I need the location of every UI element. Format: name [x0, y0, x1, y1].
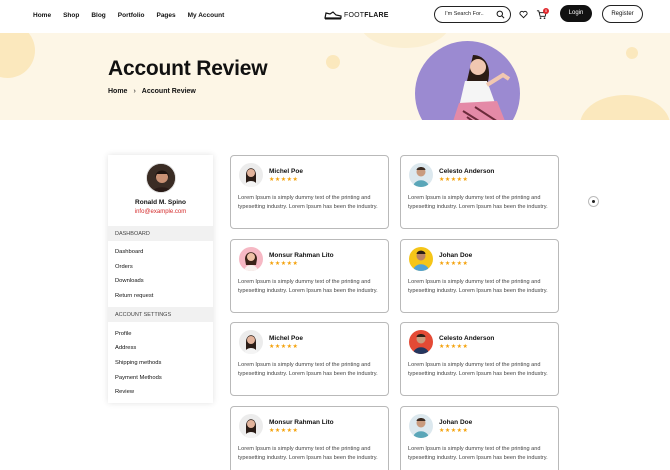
- review-card: Monsur Rahman Lito ★★★★★ Lorem Ipsum is …: [230, 239, 389, 313]
- nav-my-account[interactable]: My Account: [188, 12, 225, 19]
- user-name: Ronald M. Spino: [135, 199, 186, 206]
- reviewer-name: Johan Doe: [439, 252, 473, 259]
- hero-model-photo: [415, 41, 520, 120]
- reviewer-name: Michel Poe: [269, 335, 303, 342]
- login-button[interactable]: Login: [560, 5, 592, 22]
- reviewer-name: Monsur Rahman Lito: [269, 419, 334, 426]
- review-text: Lorem Ipsum is simply dummy text of the …: [238, 195, 378, 210]
- register-button[interactable]: Register: [602, 5, 643, 23]
- reviewer-photo-image: [239, 414, 263, 438]
- breadcrumb: Home › Account Review: [108, 88, 196, 95]
- nav-home[interactable]: Home: [33, 12, 51, 19]
- reviewer-name: Celesto Anderson: [439, 335, 495, 342]
- reviewer-photo-image: [239, 163, 263, 187]
- sidebar-item-payment-methods[interactable]: Payment Methods: [115, 375, 162, 381]
- shoe-logo-icon: [324, 11, 342, 20]
- hero-decor-blob: [580, 95, 670, 120]
- review-text: Lorem Ipsum is simply dummy text of the …: [408, 362, 548, 377]
- page-title: Account Review: [108, 57, 268, 80]
- review-card: Monsur Rahman Lito ★★★★★ Lorem Ipsum is …: [230, 406, 389, 470]
- sidebar-item-return-request[interactable]: Return request: [115, 293, 153, 299]
- search-icon[interactable]: [496, 10, 505, 19]
- sidebar-item-review[interactable]: Review: [115, 389, 134, 395]
- star-rating: ★★★★★: [439, 428, 469, 434]
- avatar: [146, 163, 176, 193]
- section-account-settings-header: ACCOUNT SETTINGS: [108, 307, 213, 322]
- star-rating: ★★★★★: [269, 261, 299, 267]
- reviewer-avatar: [409, 247, 433, 271]
- star-rating: ★★★★★: [439, 344, 469, 350]
- page-hero: Account Review Home › Account Review: [0, 33, 670, 120]
- reviewer-name: Celesto Anderson: [439, 168, 495, 175]
- reviewer-name: Monsur Rahman Lito: [269, 252, 334, 259]
- site-logo[interactable]: FOOTFLARE: [324, 10, 389, 20]
- reviewer-name: Johan Doe: [439, 419, 473, 426]
- star-rating: ★★★★★: [439, 261, 469, 267]
- reviewer-photo-image: [409, 247, 433, 271]
- sidebar-item-profile[interactable]: Profile: [115, 331, 131, 337]
- nav-blog[interactable]: Blog: [91, 12, 105, 19]
- review-card: Johan Doe ★★★★★ Lorem Ipsum is simply du…: [400, 406, 559, 470]
- reviewer-name: Michel Poe: [269, 168, 303, 175]
- review-text: Lorem Ipsum is simply dummy text of the …: [408, 195, 548, 210]
- logo-text: FOOTFLARE: [344, 11, 389, 19]
- cart-count-badge: 0: [543, 8, 549, 14]
- scroll-indicator[interactable]: [588, 196, 599, 207]
- reviewer-photo-image: [409, 330, 433, 354]
- user-portrait-image: [147, 164, 175, 192]
- review-text: Lorem Ipsum is simply dummy text of the …: [238, 362, 378, 377]
- review-card: Michel Poe ★★★★★ Lorem Ipsum is simply d…: [230, 322, 389, 396]
- main-nav: Home Shop Blog Portfolio Pages My Accoun…: [33, 12, 224, 19]
- breadcrumb-home[interactable]: Home: [108, 88, 127, 95]
- user-email[interactable]: info@example.com: [108, 209, 213, 215]
- review-text: Lorem Ipsum is simply dummy text of the …: [408, 446, 548, 461]
- reviewer-photo-image: [239, 247, 263, 271]
- nav-shop[interactable]: Shop: [63, 12, 79, 19]
- review-card: Michel Poe ★★★★★ Lorem Ipsum is simply d…: [230, 155, 389, 229]
- review-text: Lorem Ipsum is simply dummy text of the …: [238, 279, 378, 294]
- sidebar-item-shipping-methods[interactable]: Shipping methods: [115, 360, 161, 366]
- sidebar-item-downloads[interactable]: Downloads: [115, 278, 144, 284]
- review-card: Celesto Anderson ★★★★★ Lorem Ipsum is si…: [400, 322, 559, 396]
- reviewer-avatar: [239, 247, 263, 271]
- reviewer-avatar: [239, 163, 263, 187]
- star-rating: ★★★★★: [269, 177, 299, 183]
- reviewer-photo-image: [409, 163, 433, 187]
- reviewer-avatar: [409, 163, 433, 187]
- nav-portfolio[interactable]: Portfolio: [118, 12, 145, 19]
- reviewer-avatar: [409, 414, 433, 438]
- star-rating: ★★★★★: [269, 344, 299, 350]
- search-input[interactable]: I'm Search For..: [434, 6, 511, 23]
- reviewer-avatar: [239, 414, 263, 438]
- star-rating: ★★★★★: [269, 428, 299, 434]
- reviewer-avatar: [239, 330, 263, 354]
- hero-decor-dot: [326, 55, 340, 69]
- star-rating: ★★★★★: [439, 177, 469, 183]
- site-header: Home Shop Blog Portfolio Pages My Accoun…: [0, 0, 670, 33]
- sidebar-item-orders[interactable]: Orders: [115, 264, 133, 270]
- section-dashboard-header: DASHBOARD: [108, 226, 213, 241]
- breadcrumb-separator: ›: [133, 88, 136, 95]
- reviewer-photo-image: [409, 414, 433, 438]
- wishlist-heart-icon[interactable]: [519, 10, 528, 19]
- sidebar-item-address[interactable]: Address: [115, 345, 136, 351]
- review-card: Celesto Anderson ★★★★★ Lorem Ipsum is si…: [400, 155, 559, 229]
- reviewer-photo-image: [239, 330, 263, 354]
- review-card: Johan Doe ★★★★★ Lorem Ipsum is simply du…: [400, 239, 559, 313]
- reviewer-avatar: [409, 330, 433, 354]
- sidebar-item-dashboard[interactable]: Dashboard: [115, 249, 143, 255]
- hero-decor-blob: [360, 33, 450, 48]
- review-text: Lorem Ipsum is simply dummy text of the …: [408, 279, 548, 294]
- hero-decor-blob: [0, 33, 35, 78]
- nav-pages[interactable]: Pages: [156, 12, 175, 19]
- review-text: Lorem Ipsum is simply dummy text of the …: [238, 446, 378, 461]
- account-sidebar: Ronald M. Spino info@example.com DASHBOA…: [108, 155, 213, 403]
- search-placeholder: I'm Search For..: [445, 11, 484, 17]
- breadcrumb-current: Account Review: [141, 88, 196, 95]
- model-figure-image: [453, 55, 511, 120]
- hero-decor-dot: [626, 47, 638, 59]
